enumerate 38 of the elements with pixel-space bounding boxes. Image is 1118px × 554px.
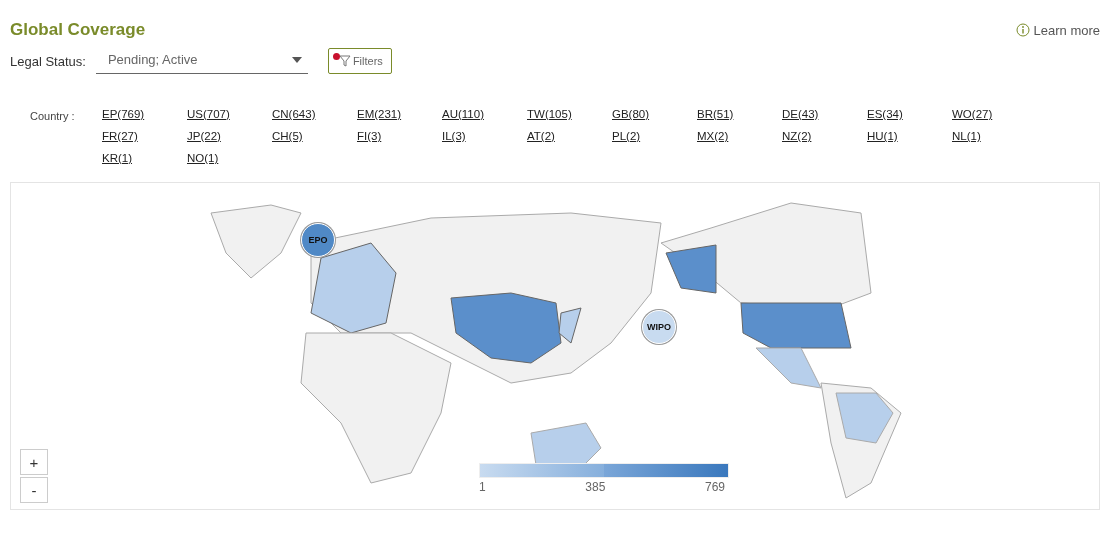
country-link[interactable]: AT(2)	[527, 130, 555, 142]
info-icon	[1015, 23, 1030, 37]
country-link[interactable]: EP(769)	[102, 108, 145, 120]
country-label: Country :	[30, 109, 76, 124]
country-link[interactable]: AU(110)	[442, 108, 484, 120]
country-link[interactable]: NL(1)	[952, 130, 981, 142]
country-link[interactable]: MX(2)	[697, 130, 729, 142]
caret-icon	[291, 56, 302, 63]
zoom-out-button[interactable]: -	[20, 477, 48, 503]
country-link[interactable]: NO(1)	[187, 152, 219, 164]
country-link[interactable]: CN(643)	[272, 108, 316, 120]
country-link[interactable]: GB(80)	[612, 108, 650, 120]
filters-button[interactable]: Filters	[327, 48, 392, 74]
legend-label: 1	[479, 480, 486, 494]
country-link[interactable]: ES(34)	[867, 108, 903, 120]
legend-label: 769	[704, 480, 725, 494]
country-link[interactable]: NZ(2)	[782, 130, 812, 142]
country-link[interactable]: BR(51)	[697, 108, 734, 120]
country-link[interactable]: CH(5)	[272, 130, 303, 142]
country-link[interactable]: WO(27)	[952, 108, 993, 120]
country-link[interactable]: FR(27)	[102, 130, 138, 142]
country-link[interactable]: IL(3)	[442, 130, 466, 142]
country-link[interactable]: HU(1)	[867, 130, 898, 142]
country-link[interactable]: KR(1)	[102, 152, 133, 164]
learn-more-link[interactable]: Learn more	[1015, 22, 1100, 38]
zoom-in-button[interactable]: +	[20, 449, 48, 475]
legend-label: 385	[585, 480, 606, 494]
page-title: Global Coverage	[10, 20, 146, 40]
country-link[interactable]: FI(3)	[357, 130, 382, 142]
country-link[interactable]: US(707)	[187, 108, 230, 120]
country-link[interactable]: JP(22)	[187, 130, 221, 142]
country-link[interactable]: DE(43)	[782, 108, 819, 120]
country-link[interactable]: EM(231)	[357, 108, 402, 120]
filter-icon	[338, 55, 351, 67]
legal-status-label: Legal Status:	[10, 53, 86, 69]
country-link[interactable]: PL(2)	[612, 130, 641, 142]
legal-status-dropdown[interactable]: Pending; Active	[95, 48, 308, 74]
country-link[interactable]: TW(105)	[527, 108, 572, 120]
